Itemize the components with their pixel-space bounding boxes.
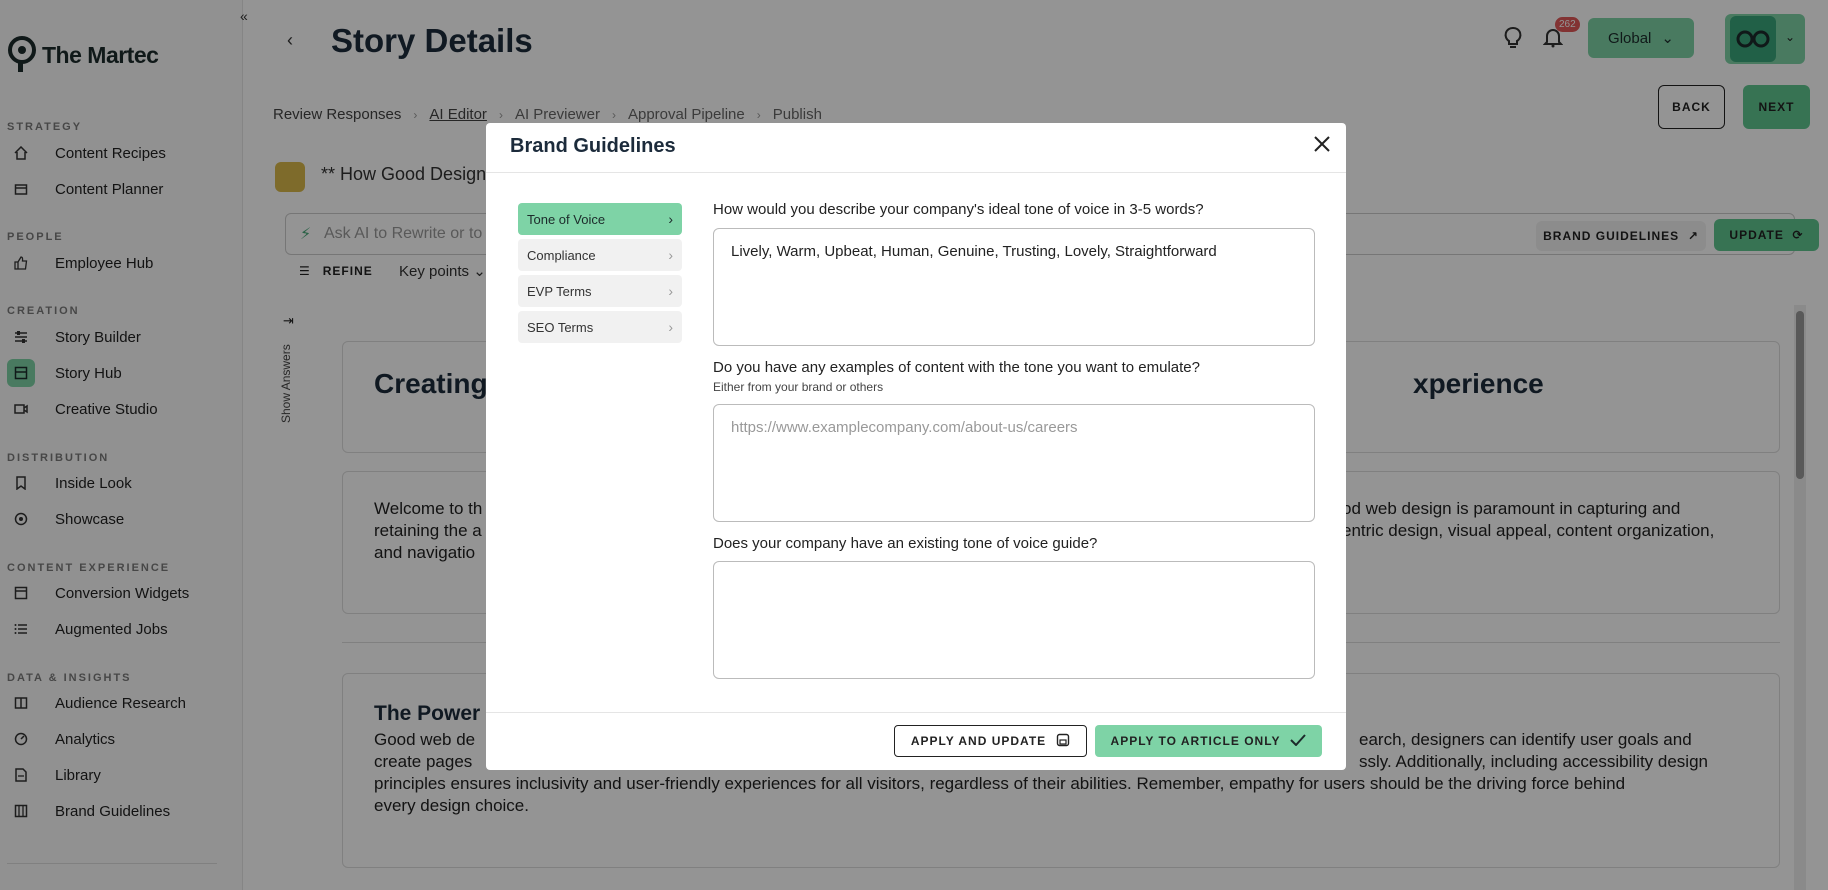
apply-to-article-label: APPLY TO ARTICLE ONLY [1110, 734, 1281, 748]
question-examples-hint: Either from your brand or others [713, 380, 884, 394]
checkmark-icon [1290, 733, 1307, 749]
question-tone-words: How would you describe your company's id… [713, 201, 1204, 218]
apply-and-update-button[interactable]: APPLY AND UPDATE [894, 725, 1087, 757]
apply-and-update-label: APPLY AND UPDATE [910, 734, 1047, 748]
tab-label: SEO Terms [527, 319, 594, 335]
existing-guide-textarea[interactable] [713, 561, 1315, 679]
examples-textarea[interactable]: https://www.examplecompany.com/about-us/… [713, 404, 1315, 522]
tab-evp-terms[interactable]: EVP Terms › [518, 275, 682, 307]
tone-words-textarea[interactable]: Lively, Warm, Upbeat, Human, Genuine, Tr… [713, 228, 1315, 346]
divider [486, 712, 1346, 713]
chevron-right-icon: › [668, 211, 673, 227]
tab-seo-terms[interactable]: SEO Terms › [518, 311, 682, 343]
divider [486, 172, 1346, 173]
brand-guidelines-modal: Brand Guidelines Tone of Voice › Complian… [486, 123, 1346, 770]
chevron-right-icon: › [668, 283, 673, 299]
tab-label: Compliance [527, 247, 596, 263]
apply-to-article-button[interactable]: APPLY TO ARTICLE ONLY [1095, 725, 1322, 757]
close-icon[interactable] [1311, 133, 1333, 155]
question-examples: Do you have any examples of content with… [713, 359, 1200, 376]
chevron-right-icon: › [668, 319, 673, 335]
tab-compliance[interactable]: Compliance › [518, 239, 682, 271]
chevron-right-icon: › [668, 247, 673, 263]
modal-title: Brand Guidelines [510, 135, 676, 157]
question-existing-guide: Does your company have an existing tone … [713, 535, 1098, 552]
tab-tone-of-voice[interactable]: Tone of Voice › [518, 203, 682, 235]
save-icon [1056, 733, 1070, 750]
tab-label: EVP Terms [527, 283, 592, 299]
tab-label: Tone of Voice [527, 211, 606, 227]
guideline-tabs: Tone of Voice › Compliance › EVP Terms › SE… [518, 203, 682, 347]
